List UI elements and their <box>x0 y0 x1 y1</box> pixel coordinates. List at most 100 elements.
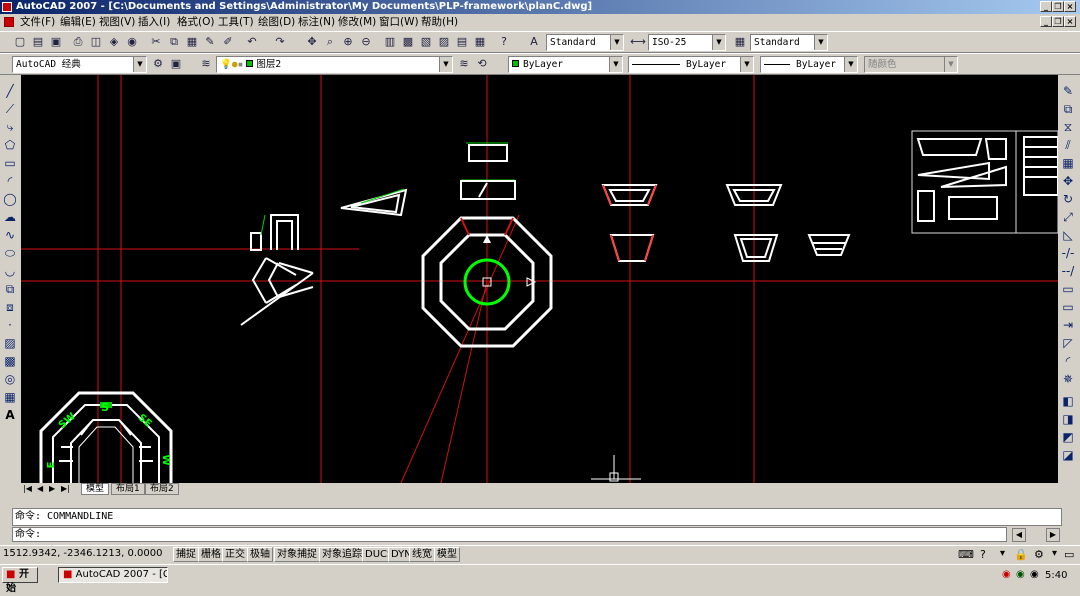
zoom-window-icon[interactable]: ⊕ <box>340 34 356 50</box>
array-icon[interactable]: ▦ <box>1060 155 1076 171</box>
explode-icon[interactable]: ✵ <box>1060 371 1076 387</box>
send-back-icon[interactable]: ◪ <box>1060 447 1076 463</box>
workspace-select[interactable]: AutoCAD 经典 ▼ <box>12 56 147 73</box>
taskbar-item-autocad[interactable]: ■ AutoCAD 2007 - [C:\Doc... <box>58 567 168 583</box>
tab-layout2[interactable]: 布局2 <box>145 483 179 495</box>
fillet-icon[interactable]: ◜ <box>1060 353 1076 369</box>
menu-dimension[interactable]: 标注(N) <box>298 14 335 30</box>
rectangle-icon[interactable]: ▭ <box>2 155 18 171</box>
tab-layout1[interactable]: 布局1 <box>111 483 145 495</box>
break-icon[interactable]: ▭ <box>1060 299 1076 315</box>
coordinates-readout[interactable]: 1512.9342, -2346.1213, 0.0000 <box>3 548 162 559</box>
menu-draw[interactable]: 绘图(D) <box>258 14 295 30</box>
my-workspace-icon[interactable]: ▣ <box>168 56 184 72</box>
dim-style-select[interactable]: ISO-25 ▼ <box>648 34 726 51</box>
tab-scroll-next-icon[interactable]: ▶ <box>49 484 55 493</box>
undo-icon[interactable]: ↶ <box>244 34 260 50</box>
command-input[interactable]: 命令: <box>12 527 1007 542</box>
menu-view[interactable]: 视图(V) <box>99 14 135 30</box>
plotstyle-select[interactable]: 随颜色 ▼ <box>864 56 958 73</box>
layer-previous-icon[interactable]: ⟲ <box>474 56 490 72</box>
layer-select[interactable]: 💡●▪ 图层2 ▼ <box>216 56 453 73</box>
tray-icon-2[interactable]: ◉ <box>1016 569 1025 580</box>
help-icon[interactable]: ? <box>496 34 512 50</box>
group-icon[interactable]: ◨ <box>1060 411 1076 427</box>
menu-window[interactable]: 窗口(W) <box>379 14 419 30</box>
gradient-icon[interactable]: ▩ <box>2 353 18 369</box>
color-select[interactable]: ByLayer ▼ <box>508 56 623 73</box>
scroll-right-icon[interactable]: ▶ <box>1046 528 1060 542</box>
document-icon[interactable] <box>4 17 14 27</box>
plot-stamp-icon[interactable]: ◉ <box>124 34 140 50</box>
move-icon[interactable]: ✥ <box>1060 173 1076 189</box>
autocad-app-icon[interactable] <box>2 2 12 12</box>
layer-manager-icon[interactable]: ≋ <box>198 56 214 72</box>
tab-scroll-last-icon[interactable]: ▶| <box>61 484 70 493</box>
circle-icon[interactable]: ◯ <box>2 191 18 207</box>
chevron-joint[interactable] <box>240 257 314 326</box>
bagua-plan[interactable]: S SE SW E W <box>39 391 173 483</box>
clean-screen-icon[interactable]: ▭ <box>1064 548 1074 561</box>
rotate-icon[interactable]: ↻ <box>1060 191 1076 207</box>
ellipse-icon[interactable]: ⬭ <box>2 245 18 261</box>
cut-icon[interactable]: ✂ <box>148 34 164 50</box>
markup-icon[interactable]: ▤ <box>454 34 470 50</box>
publish-icon[interactable]: ◈ <box>106 34 122 50</box>
dim-style-icon[interactable]: ⟷ <box>630 34 646 50</box>
table-style-select[interactable]: Standard ▼ <box>750 34 828 51</box>
tab-model[interactable]: 模型 <box>81 483 110 495</box>
status-menu-icon[interactable]: ▾ <box>1000 548 1005 559</box>
draw-order-icon[interactable]: ◧ <box>1060 393 1076 409</box>
construction-line-icon[interactable]: ⟋ <box>2 101 18 117</box>
doc-close-button[interactable]: × <box>1064 16 1076 27</box>
otrack-toggle[interactable]: 对象追踪 <box>319 547 365 562</box>
tray-settings-icon[interactable]: ⚙ <box>1034 548 1044 561</box>
menu-edit[interactable]: 编辑(E) <box>60 14 96 30</box>
doc-minimize-button[interactable]: _ <box>1040 16 1052 27</box>
zoom-previous-icon[interactable]: ⊖ <box>358 34 374 50</box>
menu-file[interactable]: 文件(F) <box>20 14 55 30</box>
open-icon[interactable]: ▤ <box>30 34 46 50</box>
scroll-left-icon[interactable]: ◀ <box>1012 528 1026 542</box>
point-icon[interactable]: · <box>2 317 18 333</box>
scale-icon[interactable]: ⤢ <box>1060 209 1076 225</box>
make-current-layer-icon[interactable]: ≋ <box>456 56 472 72</box>
model-toggle[interactable]: 模型 <box>434 547 460 562</box>
bring-front-icon[interactable]: ◩ <box>1060 429 1076 445</box>
restore-button[interactable]: ❐ <box>1052 1 1064 12</box>
plot-icon[interactable]: ⎙ <box>70 34 86 50</box>
chamfer-icon[interactable]: ◸ <box>1060 335 1076 351</box>
calculator-icon[interactable]: ▦ <box>472 34 488 50</box>
break-at-point-icon[interactable]: ▭ <box>1060 281 1076 297</box>
grid-toggle[interactable]: 栅格 <box>198 547 224 562</box>
tab-scroll-first-icon[interactable]: |◀ <box>23 484 32 493</box>
menu-tools[interactable]: 工具(T) <box>218 14 254 30</box>
menu-format[interactable]: 格式(O) <box>177 14 214 30</box>
copy-object-icon[interactable]: ⧉ <box>1060 101 1076 117</box>
pan-icon[interactable]: ✥ <box>304 34 320 50</box>
copy-icon[interactable]: ⧉ <box>166 34 182 50</box>
plate-parts[interactable] <box>460 144 516 200</box>
status-help-icon[interactable]: ? <box>980 548 986 561</box>
linetype-select[interactable]: ByLayer ▼ <box>628 56 754 73</box>
lock-icon[interactable]: 🔒 <box>1014 548 1028 561</box>
mirror-icon[interactable]: ⧖ <box>1060 119 1076 135</box>
menu-modify[interactable]: 修改(M) <box>338 14 376 30</box>
drawing-canvas[interactable]: S SE SW E W <box>21 75 1058 483</box>
line-icon[interactable]: ╱ <box>2 83 18 99</box>
table-style-icon[interactable]: ▦ <box>732 34 748 50</box>
triangle-part[interactable] <box>340 188 408 217</box>
spline-icon[interactable]: ∿ <box>2 227 18 243</box>
sheet-frame[interactable] <box>911 130 1058 234</box>
osnap-toggle[interactable]: 对象捕捉 <box>274 547 320 562</box>
table-icon[interactable]: ▦ <box>2 389 18 405</box>
polar-toggle[interactable]: 极轴 <box>247 547 273 562</box>
new-icon[interactable]: ▢ <box>12 34 28 50</box>
workspace-settings-icon[interactable]: ⚙ <box>150 56 166 72</box>
tab-scroll-prev-icon[interactable]: ◀ <box>37 484 43 493</box>
offset-icon[interactable]: ⫽ <box>1060 137 1076 153</box>
polygon-icon[interactable]: ⬠ <box>2 137 18 153</box>
ortho-toggle[interactable]: 正交 <box>222 547 248 562</box>
make-block-icon[interactable]: ⧈ <box>2 299 18 315</box>
lineweight-select[interactable]: ByLayer ▼ <box>760 56 858 73</box>
